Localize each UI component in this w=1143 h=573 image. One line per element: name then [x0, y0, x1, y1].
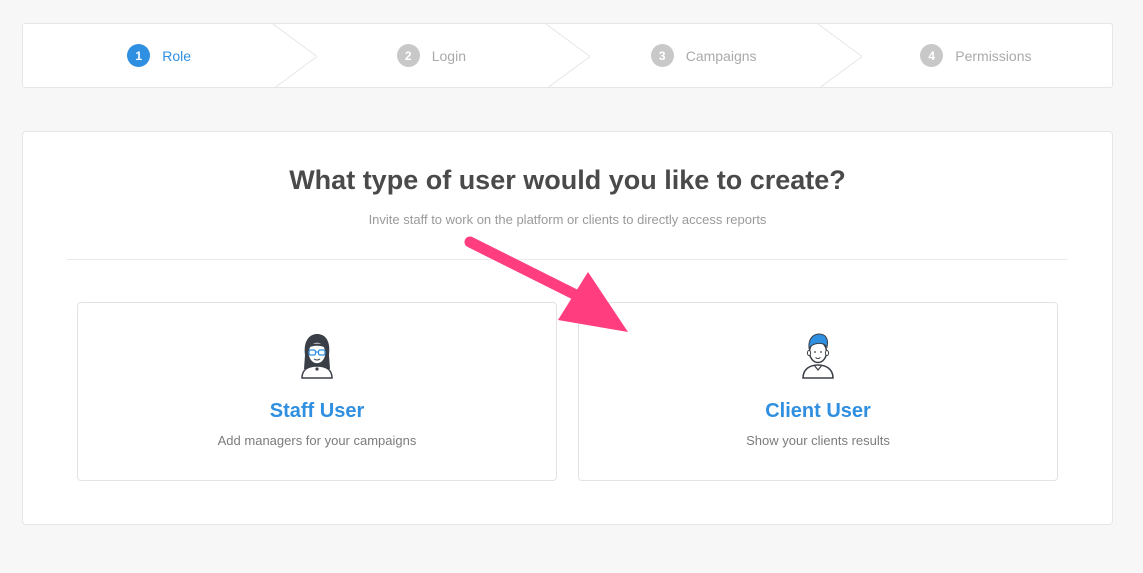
step-number: 1 — [127, 44, 151, 67]
step-campaigns[interactable]: 3 Campaigns — [568, 24, 862, 87]
step-number: 3 — [650, 44, 674, 67]
option-description: Add managers for your campaigns — [217, 433, 417, 448]
page-subtitle: Invite staff to work on the platform or … — [368, 212, 767, 227]
step-number: 4 — [920, 44, 944, 67]
divider — [67, 259, 1068, 260]
staff-user-option[interactable]: Staff User Add managers for your campaig… — [77, 302, 557, 481]
option-description: Show your clients results — [746, 433, 890, 448]
step-number: 2 — [396, 44, 420, 67]
step-label: Login — [431, 47, 466, 64]
step-role[interactable]: 1 Role — [23, 24, 318, 87]
wizard-stepper: 1 Role 2 Login 3 Campaigns 4 Permissions — [22, 23, 1113, 88]
step-label: Role — [162, 47, 192, 64]
step-permissions[interactable]: 4 Permissions — [840, 24, 1112, 87]
chevron-divider-icon — [545, 24, 590, 87]
step-label: Campaigns — [685, 47, 757, 64]
step-login[interactable]: 2 Login — [295, 24, 590, 87]
option-title: Staff User — [269, 400, 365, 422]
chevron-divider-icon — [273, 24, 318, 87]
staff-avatar-icon — [301, 334, 333, 379]
page-title: What type of user would you like to crea… — [289, 165, 846, 195]
client-user-option[interactable]: Client User Show your clients results — [578, 302, 1058, 481]
step-label: Permissions — [955, 47, 1032, 64]
chevron-divider-icon — [817, 24, 862, 87]
option-title: Client User — [765, 400, 871, 422]
user-type-card: What type of user would you like to crea… — [22, 131, 1113, 525]
client-avatar-icon — [802, 333, 834, 379]
